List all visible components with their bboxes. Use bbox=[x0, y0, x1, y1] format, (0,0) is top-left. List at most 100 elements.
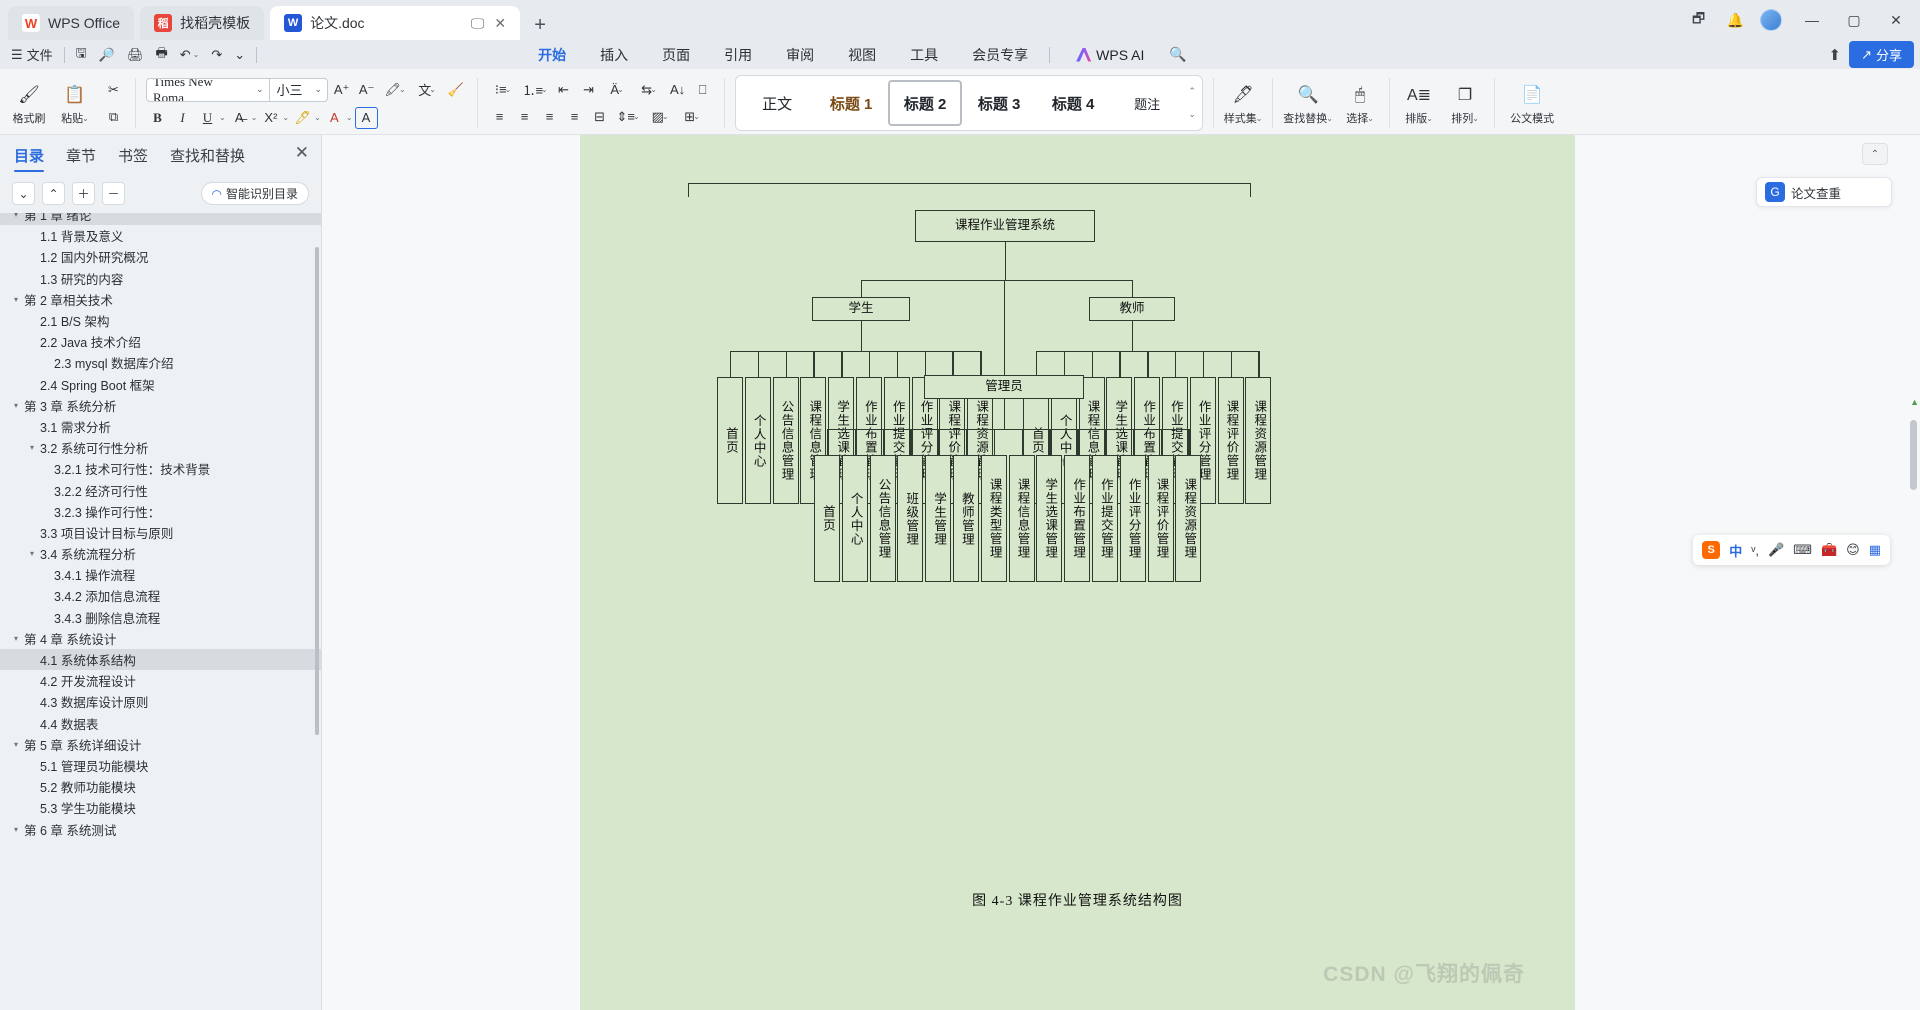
toc-next-button[interactable]: ⌄ bbox=[12, 182, 35, 205]
align-right-icon[interactable]: ≡ bbox=[538, 106, 561, 128]
toc-tab-contents[interactable]: 目录 bbox=[14, 145, 45, 172]
scissors-icon[interactable]: ✂ bbox=[102, 79, 125, 101]
font-family-select[interactable]: Times New Roma ⌄ 小三 ⌄ bbox=[146, 77, 329, 102]
plagiarism-check-button[interactable]: G 论文查重 bbox=[1756, 177, 1892, 207]
pinyin-mode-icon[interactable]: ᵛ, bbox=[1751, 543, 1759, 558]
microphone-icon[interactable]: 🎤 bbox=[1768, 542, 1784, 558]
align-center-icon[interactable]: ≡ bbox=[513, 106, 536, 128]
sogou-ime-icon[interactable]: S bbox=[1702, 541, 1721, 559]
arrange-button[interactable]: ❐ 排列 ⌄ bbox=[1442, 72, 1488, 134]
chevron-down-icon[interactable]: ⌄ bbox=[310, 84, 328, 95]
style-heading-1[interactable]: 标题 1 bbox=[814, 80, 888, 126]
distribute-icon[interactable]: ⊟ bbox=[588, 106, 611, 128]
toc-item[interactable]: 2.3 mysql 数据库介绍 bbox=[0, 352, 321, 373]
app-tab-wps-office[interactable]: W WPS Office bbox=[8, 6, 135, 40]
chevron-down-icon[interactable]: ▾ bbox=[8, 295, 24, 304]
toc-item[interactable]: 5.1 管理员功能模块 bbox=[0, 755, 321, 776]
toc-tab-chapters[interactable]: 章节 bbox=[66, 145, 96, 172]
ime-language-toggle[interactable]: 中 bbox=[1729, 541, 1742, 560]
vertical-scrollbar[interactable] bbox=[1910, 420, 1917, 490]
style-set-button[interactable]: 🖋 样式集 ⌄ bbox=[1220, 72, 1266, 134]
toc-item[interactable]: 3.4.2 添加信息流程 bbox=[0, 585, 321, 606]
document-area[interactable]: 课程作业管理系统 学生 首页 个人中心 公告信息管理 课程信息管理 学生选课管理 作业布置管理… bbox=[322, 135, 1920, 1010]
document-page[interactable]: 课程作业管理系统 学生 首页 个人中心 公告信息管理 课程信息管理 学生选课管理 作业布置管理… bbox=[580, 135, 1575, 1010]
toc-item[interactable]: 2.4 Spring Boot 框架 bbox=[0, 374, 321, 395]
collapse-panel-icon[interactable]: ⌃ bbox=[1862, 143, 1888, 165]
grow-font-icon[interactable]: A⁺ bbox=[330, 79, 353, 101]
share-button[interactable]: ↗ 分享 bbox=[1849, 41, 1914, 68]
print-preview-icon[interactable]: 🖶 bbox=[150, 43, 172, 67]
chevron-down-icon[interactable]: ▾ bbox=[8, 401, 24, 410]
toc-item[interactable]: ▾ 第 5 章 系统详细设计 bbox=[0, 734, 321, 755]
select-button[interactable]: 🖱 选择 ⌄ bbox=[1337, 72, 1383, 134]
style-caption[interactable]: 题注 bbox=[1110, 80, 1184, 126]
toc-collapse-button[interactable]: － bbox=[102, 182, 125, 205]
toc-list[interactable]: ▾ 第 1 章 绪论 1.1 背景及意义 1.2 国内外研究概况 1.3 研究的内容 ▾ 第… bbox=[0, 213, 321, 1010]
toc-scrollbar[interactable] bbox=[315, 247, 319, 735]
smart-toc-button[interactable]: ◠ 智能识别目录 bbox=[200, 182, 309, 205]
justify-icon[interactable]: ≡ bbox=[563, 106, 586, 128]
superscript-button[interactable]: X² bbox=[259, 107, 282, 129]
style-heading-3[interactable]: 标题 3 bbox=[962, 80, 1036, 126]
layout-switch-icon[interactable]: 🗗 bbox=[1679, 4, 1719, 36]
chevron-down-icon[interactable]: ⌄ bbox=[1188, 109, 1196, 120]
strikethrough-icon[interactable]: A̶ bbox=[228, 107, 251, 129]
redo-icon[interactable]: ↷ bbox=[206, 43, 227, 67]
toc-item[interactable]: 1.2 国内外研究概况 bbox=[0, 246, 321, 267]
chevron-down-icon[interactable]: ▾ bbox=[8, 825, 24, 834]
char-border-icon[interactable]: A bbox=[354, 106, 378, 129]
format-painter-button[interactable]: 🖌 格式刷 bbox=[6, 72, 52, 134]
toc-item[interactable]: ▾ 第 1 章 绪论 bbox=[0, 213, 321, 226]
official-doc-mode-button[interactable]: 📄 公文模式 bbox=[1501, 72, 1563, 134]
clear-format-icon[interactable]: 🧹 bbox=[444, 79, 467, 101]
close-tab-icon[interactable]: ✕ bbox=[494, 15, 506, 32]
chevron-up-icon[interactable]: ⌃ bbox=[1188, 86, 1196, 97]
text-direction-icon[interactable]: ⇆ ⌄ bbox=[634, 79, 664, 101]
app-tab-document[interactable]: W 论文.doc 🖵 ✕ bbox=[270, 6, 521, 40]
toc-tab-bookmarks[interactable]: 书签 bbox=[118, 145, 148, 172]
toc-item[interactable]: 1.3 研究的内容 bbox=[0, 268, 321, 289]
highlight-icon[interactable]: 🖍 ⌄ bbox=[380, 79, 410, 101]
ribbon-tab-view[interactable]: 视图 bbox=[831, 40, 893, 69]
ribbon-tab-reference[interactable]: 引用 bbox=[707, 40, 769, 69]
align-left-icon[interactable]: ≡ bbox=[488, 106, 511, 128]
cn-layout-icon[interactable]: Ä ⌄ bbox=[602, 79, 632, 101]
search-doc-icon[interactable]: 🔎 bbox=[94, 43, 120, 67]
toc-item[interactable]: ▾ 第 2 章相关技术 bbox=[0, 289, 321, 310]
scroll-up-icon[interactable]: ▲ bbox=[1910, 397, 1919, 407]
paste-button[interactable]: 📋 粘贴 ⌄ bbox=[52, 72, 98, 134]
maximize-button[interactable]: ▢ bbox=[1834, 4, 1874, 36]
find-replace-button[interactable]: 🔍 查找替换 ⌄ bbox=[1279, 72, 1337, 134]
toc-item[interactable]: ▾ 第 4 章 系统设计 bbox=[0, 628, 321, 649]
notifications-icon[interactable]: 🔔 bbox=[1721, 12, 1750, 29]
superscript-caret-icon[interactable]: ⌄ bbox=[282, 113, 289, 122]
ribbon-tab-review[interactable]: 审阅 bbox=[769, 40, 831, 69]
toc-item[interactable]: ▾ 第 3 章 系统分析 bbox=[0, 395, 321, 416]
toc-item[interactable]: 3.3 项目设计目标与原则 bbox=[0, 522, 321, 543]
minimize-button[interactable]: — bbox=[1792, 4, 1832, 36]
keyboard-icon[interactable]: ⌨ bbox=[1793, 542, 1812, 558]
ribbon-tab-tools[interactable]: 工具 bbox=[893, 40, 955, 69]
undo-icon[interactable]: ↶ ⌄ bbox=[175, 43, 205, 67]
show-paragraph-marks-icon[interactable]: ⎕ bbox=[691, 79, 714, 101]
avatar[interactable] bbox=[1760, 9, 1782, 31]
chevron-down-icon[interactable]: ▾ bbox=[8, 634, 24, 643]
app-tab-templates[interactable]: 稻 找稻壳模板 bbox=[140, 6, 265, 40]
underline-button[interactable]: U bbox=[196, 107, 219, 129]
toc-expand-button[interactable]: ＋ bbox=[72, 182, 95, 205]
pinyin-icon[interactable]: 文 ⌄ bbox=[412, 79, 442, 101]
apps-icon[interactable]: ▦ bbox=[1869, 542, 1881, 558]
italic-button[interactable]: I bbox=[171, 107, 194, 129]
strikethrough-caret-icon[interactable]: ⌄ bbox=[251, 113, 258, 122]
toc-item[interactable]: 3.2.1 技术可行性：技术背景 bbox=[0, 458, 321, 479]
borders-icon[interactable]: ⊞ ⌄ bbox=[677, 106, 707, 128]
font-color-caret-icon[interactable]: ⌄ bbox=[346, 113, 353, 122]
toc-tab-find-replace[interactable]: 查找和替换 bbox=[170, 145, 245, 172]
copy-icon[interactable]: ⧉ bbox=[102, 106, 125, 128]
ribbon-tab-page[interactable]: 页面 bbox=[645, 40, 707, 69]
typeset-button[interactable]: A≣ 排版 ⌄ bbox=[1396, 72, 1442, 134]
toc-item[interactable]: ▾ 3.4 系统流程分析 bbox=[0, 543, 321, 564]
toolbox-icon[interactable]: 🧰 bbox=[1821, 542, 1837, 558]
toc-item[interactable]: 3.1 需求分析 bbox=[0, 416, 321, 437]
style-normal[interactable]: 正文 bbox=[740, 80, 814, 126]
